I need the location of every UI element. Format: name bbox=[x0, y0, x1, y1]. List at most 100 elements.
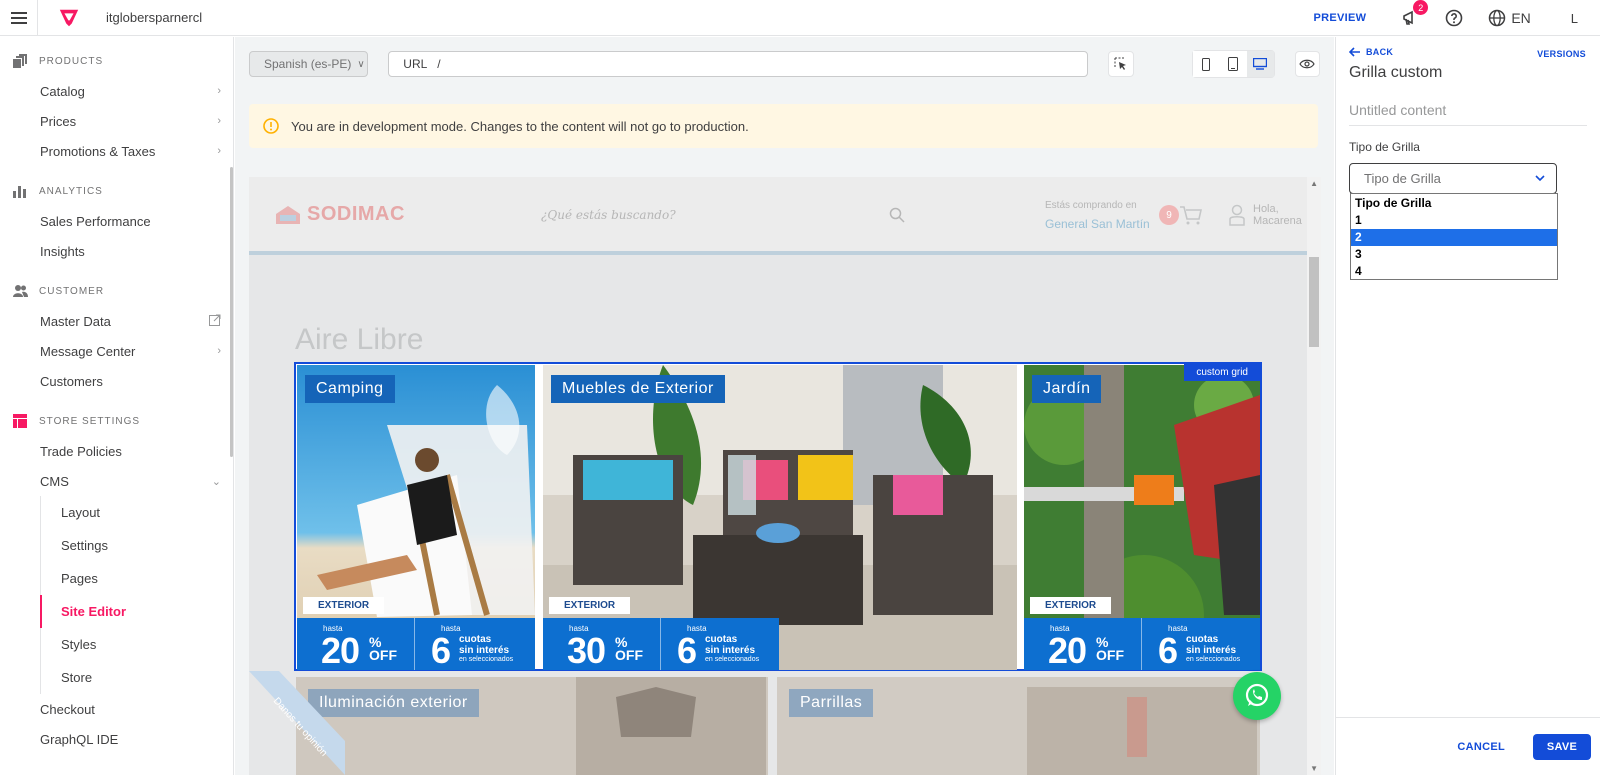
sidebar-section-label: PRODUCTS bbox=[39, 55, 104, 67]
store-search-input[interactable]: ¿Qué estás buscando? bbox=[537, 199, 919, 231]
sidebar-item-label: Sales Performance bbox=[40, 213, 151, 229]
promo-off: OFF bbox=[369, 647, 397, 663]
discount-cell: hasta 20 % OFF bbox=[1024, 618, 1142, 670]
preview-scroll-thumb[interactable] bbox=[1309, 257, 1319, 347]
help-button[interactable] bbox=[1444, 8, 1464, 28]
sidebar-sub-store[interactable]: Store bbox=[0, 661, 233, 694]
top-bar: itglobersparnercl PREVIEW 2 EN L bbox=[0, 0, 1600, 36]
sidebar-item-message-center[interactable]: Message Center › bbox=[0, 336, 233, 366]
store-account-button[interactable]: Hola, Macarena bbox=[1229, 203, 1302, 227]
sidebar-item-label: Insights bbox=[40, 243, 85, 259]
save-button[interactable]: SAVE bbox=[1533, 733, 1591, 760]
sidebar-item-trade-policies[interactable]: Trade Policies bbox=[0, 436, 233, 466]
preview-button[interactable]: PREVIEW bbox=[1313, 12, 1366, 24]
store-preview-frame[interactable]: SODIMAC ¿Qué estás buscando? Estás compr… bbox=[249, 177, 1321, 775]
user-avatar[interactable]: L bbox=[1571, 11, 1578, 26]
sidebar-section-store-settings: STORE SETTINGS bbox=[0, 406, 233, 436]
eye-icon bbox=[1299, 59, 1316, 69]
grid-type-select[interactable]: Tipo de Grilla bbox=[1349, 163, 1557, 194]
editor-toolbar: Spanish (es-PE) ∨ URL / bbox=[249, 50, 1321, 78]
locale-select[interactable]: Spanish (es-PE) ∨ bbox=[249, 51, 369, 77]
promo-cuotas: cuotas sin interés bbox=[459, 634, 509, 656]
sidebar-item-customers[interactable]: Customers bbox=[0, 366, 233, 396]
installments-cell: hasta 6 cuotas sin interés en seleccionad… bbox=[415, 618, 533, 670]
feedback-ribbon[interactable]: Danos tu opinión bbox=[249, 671, 345, 775]
sidebar-item-prices[interactable]: Prices › bbox=[0, 106, 233, 136]
vtex-logo[interactable] bbox=[58, 7, 80, 29]
sidebar-item-promotions-taxes[interactable]: Promotions & Taxes › bbox=[0, 136, 233, 166]
sidebar-sub-pages[interactable]: Pages bbox=[0, 562, 233, 595]
sidebar-sub-label: Store bbox=[61, 670, 93, 685]
sidebar-item-label: Catalog bbox=[40, 83, 85, 99]
grid-type-option[interactable]: 3 bbox=[1351, 246, 1557, 263]
promo-cuotas: cuotas sin interés bbox=[1186, 634, 1236, 656]
tablet-view-button[interactable] bbox=[1219, 51, 1247, 77]
sidebar-sub-settings[interactable]: Settings bbox=[0, 529, 233, 562]
notifications-button[interactable]: 2 bbox=[1400, 0, 1429, 28]
promo-percent-off: % OFF bbox=[369, 634, 397, 663]
grid-type-option[interactable]: Tipo de Grilla bbox=[1351, 195, 1557, 212]
sidebar-sub-site-editor[interactable]: Site Editor bbox=[0, 595, 233, 628]
sidebar-item-sales-performance[interactable]: Sales Performance bbox=[0, 206, 233, 236]
promo-banner: hasta 20 % OFF hasta 6 cuotas sin interés … bbox=[297, 618, 535, 670]
grid-tile-parrillas[interactable]: Parrillas bbox=[777, 677, 1260, 775]
scroll-up-arrow-icon[interactable]: ▲ bbox=[1310, 179, 1318, 188]
sidebar-item-label: Master Data bbox=[40, 313, 111, 329]
cart-button[interactable]: 9 bbox=[1159, 205, 1203, 225]
block-title: Grilla custom bbox=[1349, 64, 1443, 81]
sidebar-scrollbar[interactable] bbox=[230, 167, 233, 457]
grid-tile-iluminacion[interactable]: Iluminación exterior bbox=[296, 677, 768, 775]
scroll-down-arrow-icon[interactable]: ▼ bbox=[1310, 764, 1318, 773]
whatsapp-button[interactable] bbox=[1233, 672, 1281, 720]
tile-title: Muebles de Exterior bbox=[551, 375, 725, 403]
chevron-down-icon: ⌄ bbox=[211, 475, 221, 488]
mobile-view-button[interactable] bbox=[1192, 51, 1220, 77]
menu-toggle-button[interactable] bbox=[0, 0, 38, 36]
external-link-icon bbox=[209, 314, 221, 329]
sidebar-item-cms[interactable]: CMS ⌄ bbox=[0, 466, 233, 496]
preview-eye-button[interactable] bbox=[1294, 51, 1321, 77]
content-name-input[interactable]: Untitled content bbox=[1349, 102, 1587, 126]
grid-type-option[interactable]: 1 bbox=[1351, 212, 1557, 229]
chevron-right-icon: › bbox=[217, 85, 221, 97]
grid-tile-camping[interactable]: Camping EXTERIOR hasta 20 % OFF hasta 6 c… bbox=[297, 365, 535, 670]
promo-banner: hasta 30 % OFF hasta 6 cuotas sin interés … bbox=[543, 618, 779, 670]
sidebar-item-insights[interactable]: Insights bbox=[0, 236, 233, 266]
arrow-left-icon bbox=[1349, 47, 1360, 57]
store-location-selector[interactable]: Estás comprando en General San Martín bbox=[1045, 199, 1150, 231]
grid-tile-muebles-exterior[interactable]: Muebles de Exterior EXTERIOR hasta 30 % O… bbox=[543, 365, 1017, 670]
cart-icon bbox=[1180, 206, 1202, 225]
grid-type-option-highlighted[interactable]: 2 bbox=[1351, 229, 1557, 246]
desktop-view-button[interactable] bbox=[1246, 51, 1274, 77]
language-selector[interactable]: EN bbox=[1488, 9, 1531, 27]
promo-banner: hasta 20 % OFF hasta 6 cuotas sin interés … bbox=[1024, 618, 1260, 670]
sidebar-sub-layout[interactable]: Layout bbox=[0, 496, 233, 529]
chevron-right-icon: › bbox=[217, 115, 221, 127]
select-element-button[interactable] bbox=[1108, 51, 1134, 77]
cancel-button[interactable]: CANCEL bbox=[1457, 741, 1505, 753]
sidebar-item-graphql-ide[interactable]: GraphQL IDE bbox=[0, 724, 233, 754]
user-icon bbox=[1229, 204, 1245, 226]
url-input[interactable]: URL / bbox=[388, 51, 1089, 77]
sidebar-sub-label: Pages bbox=[61, 571, 98, 586]
sidebar-item-master-data[interactable]: Master Data bbox=[0, 306, 233, 336]
grid-tile-jardin[interactable]: Jardín EXTERIOR hasta 20 % OFF hasta 6 cu… bbox=[1024, 365, 1260, 670]
preview-scrollbar[interactable]: ▲ ▼ bbox=[1307, 177, 1321, 775]
store-location-label: Estás comprando en bbox=[1045, 200, 1137, 211]
globe-icon bbox=[1489, 9, 1506, 27]
desktop-icon bbox=[1253, 58, 1268, 70]
sidebar-item-label: GraphQL IDE bbox=[40, 731, 119, 747]
sidebar-sub-styles[interactable]: Styles bbox=[0, 628, 233, 661]
back-label: BACK bbox=[1366, 47, 1394, 57]
tile-title: Jardín bbox=[1032, 375, 1102, 403]
sidebar-item-label: Checkout bbox=[40, 701, 95, 717]
custom-grid-block[interactable]: Camping EXTERIOR hasta 20 % OFF hasta 6 c… bbox=[294, 362, 1262, 671]
sidebar-sub-label: Styles bbox=[61, 637, 97, 652]
sidebar-item-catalog[interactable]: Catalog › bbox=[0, 76, 233, 106]
tablet-icon bbox=[1228, 57, 1239, 71]
store-logo[interactable]: SODIMAC bbox=[275, 203, 405, 226]
back-button[interactable]: BACK bbox=[1349, 47, 1393, 57]
grid-type-option[interactable]: 4 bbox=[1351, 263, 1557, 280]
versions-button[interactable]: VERSIONS bbox=[1537, 49, 1586, 59]
sidebar-item-checkout[interactable]: Checkout bbox=[0, 694, 233, 724]
